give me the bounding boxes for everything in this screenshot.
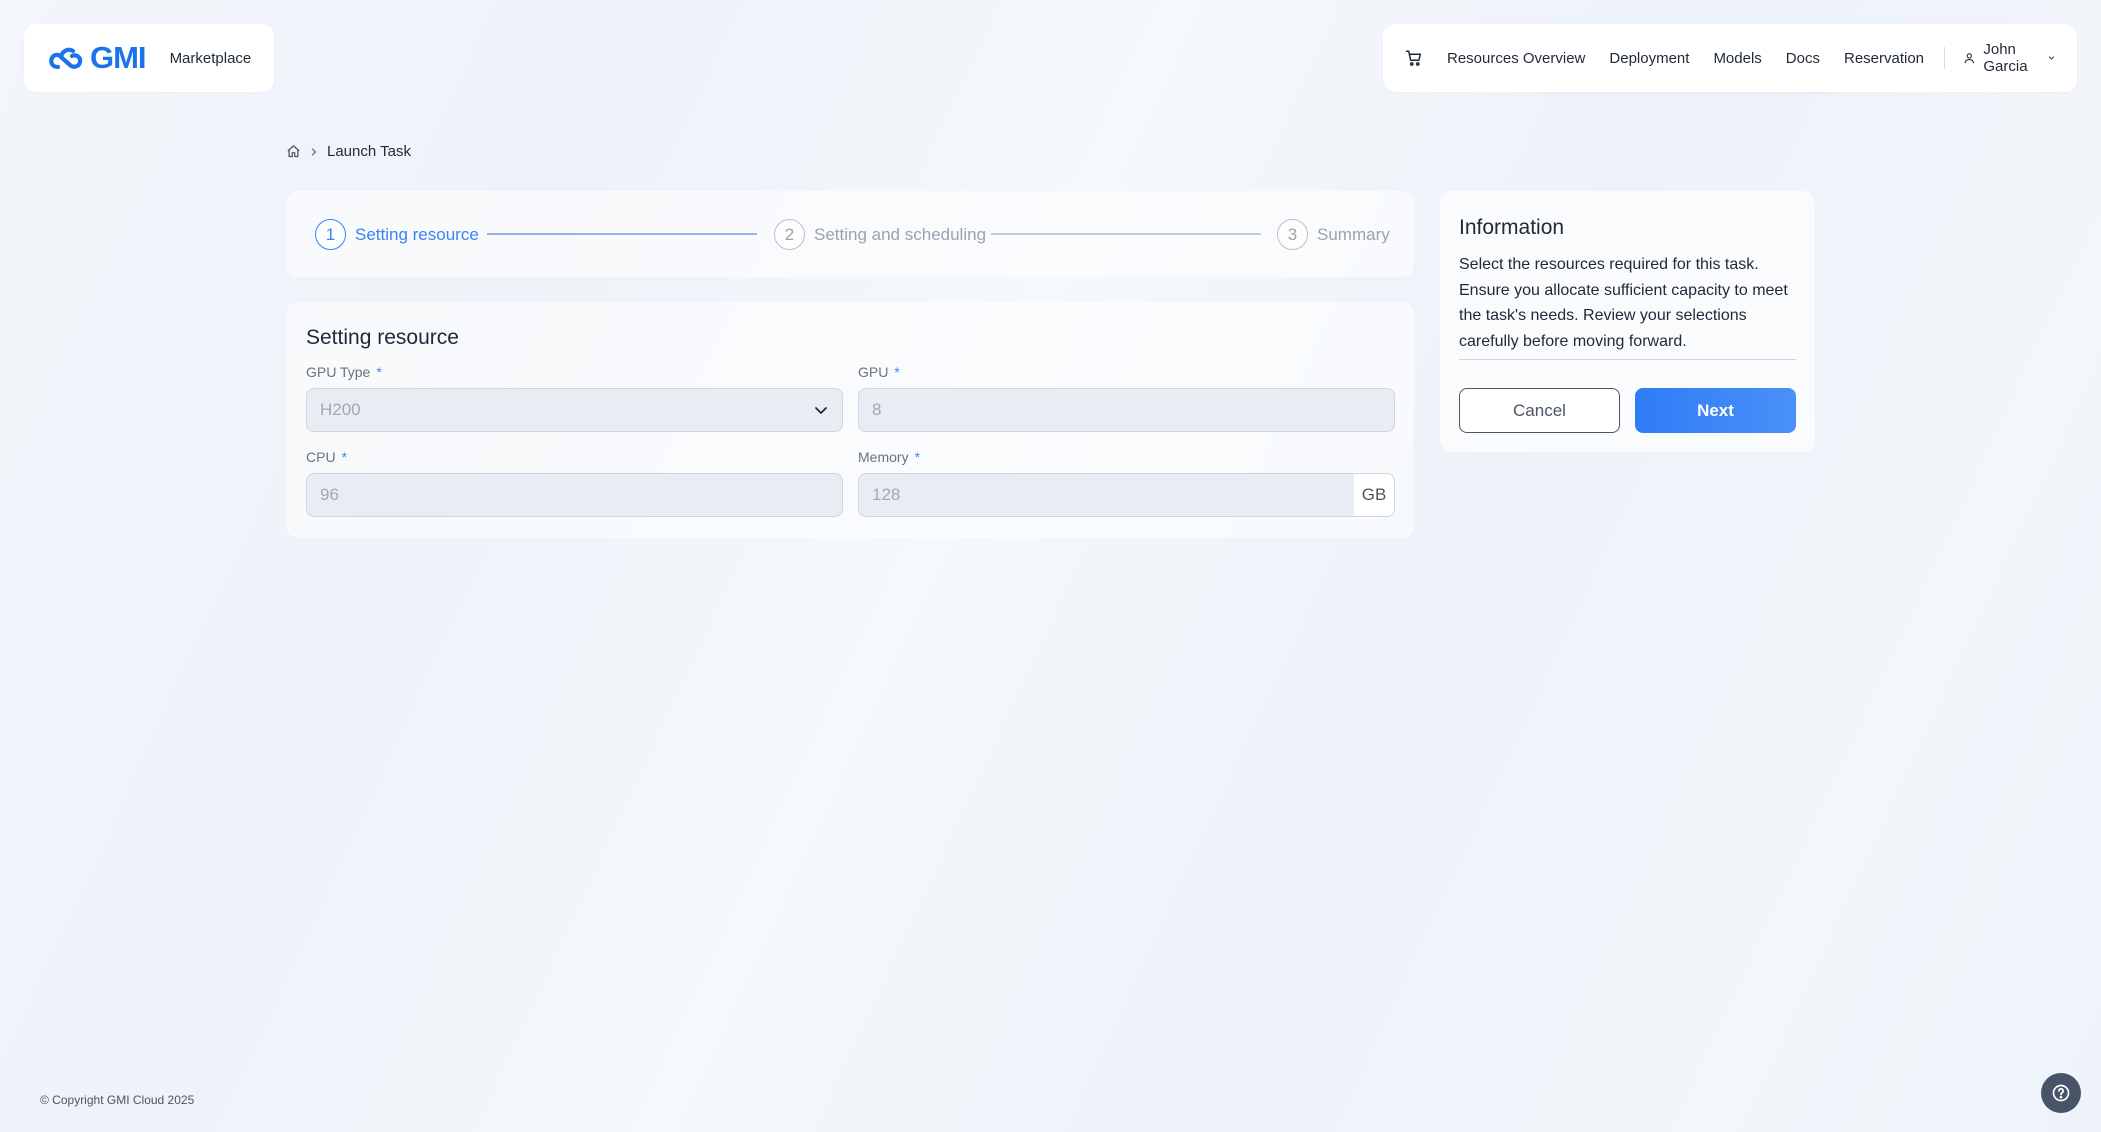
nav-models[interactable]: Models <box>1713 50 1761 67</box>
cancel-button[interactable]: Cancel <box>1459 388 1620 433</box>
required-marker: * <box>376 364 382 380</box>
top-nav: Resources Overview Deployment Models Doc… <box>1383 24 2077 92</box>
step-3[interactable]: 3 Summary <box>1277 219 1390 250</box>
cart-icon[interactable] <box>1405 49 1423 67</box>
information-panel: Information Select the resources require… <box>1440 191 1815 452</box>
step-2-label: Setting and scheduling <box>814 224 987 244</box>
gpu-value: 8 <box>872 400 882 419</box>
nav-divider <box>1944 47 1945 69</box>
info-text: Select the resources required for this t… <box>1459 256 1788 350</box>
step-connector-1 <box>487 233 757 235</box>
nav-deployment[interactable]: Deployment <box>1609 50 1689 67</box>
step-1[interactable]: 1 Setting resource <box>315 219 479 250</box>
gpu-input[interactable]: 8 <box>858 388 1395 432</box>
memory-label: Memory * <box>858 449 921 465</box>
step-1-label: Setting resource <box>355 224 479 244</box>
user-name: John Garcia <box>1983 41 2028 75</box>
brand-card: GMI Marketplace <box>24 24 274 92</box>
required-marker: * <box>341 449 348 465</box>
memory-value: 128 <box>872 485 901 504</box>
gpu-type-select[interactable]: H200 <box>306 388 843 432</box>
step-3-label: Summary <box>1317 224 1390 244</box>
help-icon[interactable] <box>2041 1073 2081 1113</box>
gpu-type-value: H200 <box>320 400 361 419</box>
step-1-number: 1 <box>315 219 346 250</box>
cloud-logo-icon <box>49 47 83 70</box>
marketplace-link[interactable]: Marketplace <box>170 50 252 67</box>
cpu-label: CPU * <box>306 449 348 465</box>
step-2-number: 2 <box>774 219 805 250</box>
nav-resources-overview[interactable]: Resources Overview <box>1447 50 1585 67</box>
user-menu[interactable]: John Garcia <box>1963 41 2055 75</box>
memory-unit: GB <box>1354 473 1395 517</box>
chevron-right-icon <box>311 147 317 156</box>
nav-reservation[interactable]: Reservation <box>1844 50 1924 67</box>
section-title: Setting resource <box>306 326 459 349</box>
info-divider <box>1459 359 1796 360</box>
gpu-type-label: GPU Type * <box>306 364 382 380</box>
step-3-number: 3 <box>1277 219 1308 250</box>
memory-input[interactable]: 128 <box>858 473 1355 517</box>
required-marker: * <box>914 449 921 465</box>
stepper: 1 Setting resource 2 Setting and schedul… <box>286 191 1414 277</box>
chevron-down-icon <box>2048 56 2055 60</box>
info-title: Information <box>1459 216 1565 239</box>
logo[interactable]: GMI <box>48 40 147 76</box>
setting-resource-form: Setting resource GPU Type * H200 GPU * 8 C… <box>286 302 1414 538</box>
chevron-down-icon <box>815 407 827 414</box>
copyright: © Copyright GMI Cloud 2025 <box>40 1093 195 1107</box>
required-marker: * <box>894 364 900 380</box>
cpu-input[interactable]: 96 <box>306 473 843 517</box>
breadcrumb: Launch Task <box>286 143 411 160</box>
home-icon[interactable] <box>286 144 301 159</box>
step-2[interactable]: 2 Setting and scheduling <box>774 219 986 250</box>
breadcrumb-current: Launch Task <box>327 143 411 160</box>
user-icon <box>1964 53 1974 64</box>
cpu-value: 96 <box>320 485 339 504</box>
nav-docs[interactable]: Docs <box>1786 50 1820 67</box>
step-connector-2 <box>991 233 1261 235</box>
next-button[interactable]: Next <box>1635 388 1796 433</box>
logo-text: GMI <box>90 40 147 75</box>
gpu-label: GPU * <box>858 364 900 380</box>
